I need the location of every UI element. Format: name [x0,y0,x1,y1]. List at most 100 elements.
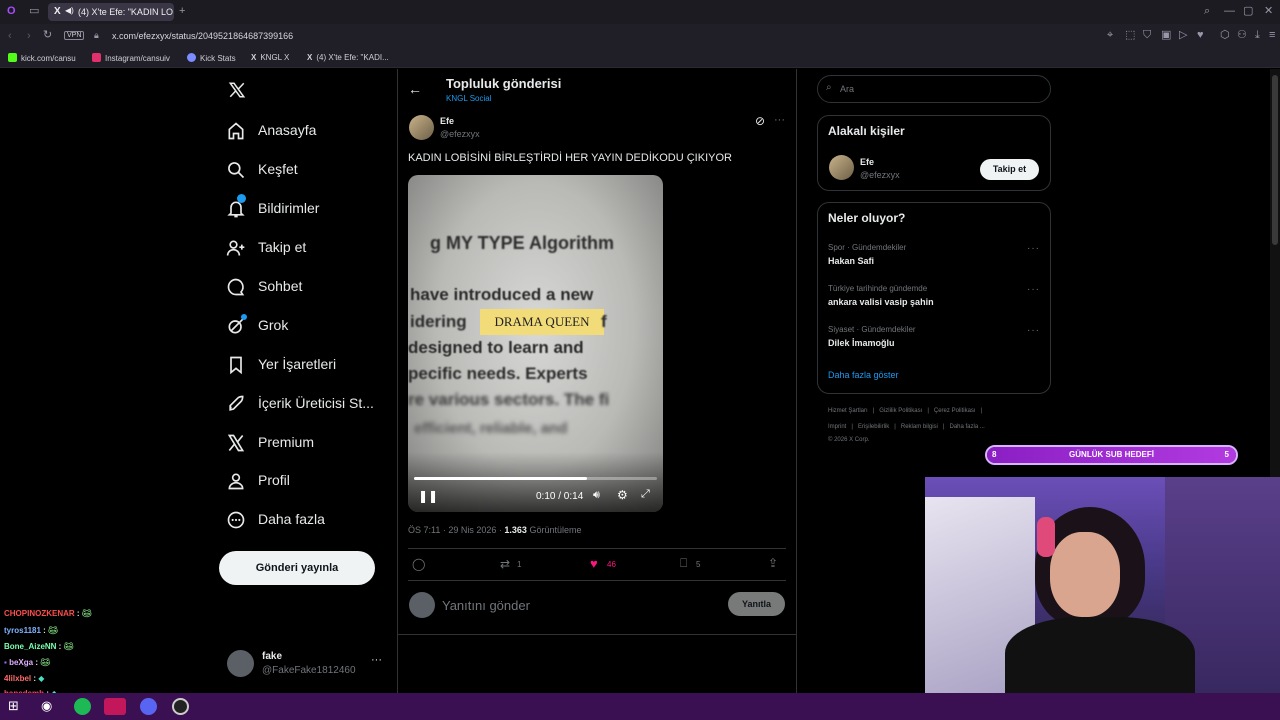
bookmark-kngl-x[interactable]: X KNGL X [251,53,289,62]
obs-icon[interactable] [172,698,189,715]
downloads-icon[interactable]: ⤓ [1255,30,1260,41]
scrollbar-thumb[interactable] [1272,75,1278,245]
kick-icon [8,53,17,62]
grok-explain-icon[interactable]: ⊘ [755,114,765,128]
video-text-line: f [601,312,607,331]
video-text-line: re various sectors. The fi [408,390,610,409]
reply-icon[interactable]: ◯ [412,557,425,571]
trend-more-icon[interactable]: ··· [1027,243,1040,254]
forward-icon[interactable]: › [27,31,31,42]
back-arrow-icon[interactable]: ← [408,81,422,97]
back-icon[interactable]: ‹ [8,31,12,42]
new-tab-icon[interactable]: + [179,6,185,17]
relevant-avatar[interactable] [829,155,854,180]
footer-link[interactable]: Reklam bilgisi [901,424,938,430]
opera-taskbar-icon[interactable] [104,698,126,715]
avatar [227,650,254,677]
lock-icon[interactable]: 🔒︎ [94,30,99,41]
footer-separator: | [942,424,945,430]
author-handle[interactable]: @efezxyx [440,129,480,139]
extensions-icon[interactable]: ⬡ [1220,30,1230,41]
minimize-icon[interactable]: — [1224,6,1235,17]
video-progress-track[interactable] [414,477,657,480]
webcam-headset [1037,517,1055,557]
copyright: © 2026 X Corp. [828,437,870,443]
spotify-icon[interactable] [74,698,91,715]
tab-overview-icon[interactable]: ▭ [29,6,39,17]
url-field[interactable]: x.com/efezxyx/status/2049521864687399166 [112,31,293,41]
chat-icon [227,278,245,296]
more-icon[interactable]: ··· [371,654,382,666]
retweet-icon[interactable]: ⇄ [500,557,510,571]
steam-icon[interactable]: ◉ [41,698,58,715]
search-input[interactable]: Ara [840,84,854,94]
reply-button[interactable]: Yanıtla [728,592,785,616]
bookmark-icon[interactable]: ⎕ [680,556,687,571]
post-button[interactable]: Gönderi yayınla [219,551,375,585]
author-name[interactable]: Efe [440,116,454,126]
footer-link[interactable]: Gizlilik Politikası [879,408,922,414]
share-icon[interactable]: ⇪ [768,556,778,570]
tweet-timestamp[interactable]: ÖS 7:11 · 29 Nis 2026 · [408,525,502,535]
trend-category: Spor · Gündemdekiler [828,243,907,252]
like-icon[interactable]: ♥ [590,556,598,571]
relevant-handle[interactable]: @efezxyx [860,170,900,180]
volume-icon[interactable]: 🔊︎ [593,489,600,502]
trend-more-icon[interactable]: ··· [1027,284,1040,295]
fullscreen-icon[interactable]: ⤢ [641,488,650,501]
play-icon[interactable]: ▷ [1179,30,1187,41]
bookmark-kick[interactable]: kick.com/cansu [8,53,76,63]
bookmark-kick-stats[interactable]: Kick Stats [187,53,236,63]
reply-input[interactable]: Yanıtını gönder [442,598,530,613]
footer-link[interactable]: Imprint [828,424,846,430]
profile-icon[interactable]: ⚇ [1237,30,1247,41]
relevant-name[interactable]: Efe [860,157,874,167]
bookmark-tweet[interactable]: X (4) X'te Efe: "KADI... [307,53,389,62]
tweet-meta: ÖS 7:11 · 29 Nis 2026 · 1.363 Görüntülem… [408,525,581,535]
search-icon[interactable]: ⌕ [1204,6,1210,17]
account-name: fake [262,651,283,662]
tab-title: (4) X'te Efe: "KADIN LO [78,7,173,17]
tweet-more-icon[interactable]: ··· [774,114,785,126]
footer-link[interactable]: Hizmet Şartları [828,408,868,414]
footer-link[interactable]: Erişilebilirlik [858,424,889,430]
author-avatar[interactable] [409,115,434,140]
discord-icon[interactable] [140,698,157,715]
reload-icon[interactable]: ↻ [43,30,52,41]
heart-icon[interactable]: ♥ [1197,30,1204,41]
show-more-link[interactable]: Daha fazla göster [828,370,899,380]
speaker-tab-icon[interactable]: ◀) [65,6,74,15]
footer-link[interactable]: Çerez Politikası [934,408,976,414]
trend-more-icon[interactable]: ··· [1027,325,1040,336]
active-tab[interactable]: X ◀) (4) X'te Efe: "KADIN LO [48,3,174,21]
search-box[interactable]: ⌕ Ara [817,75,1051,103]
trend-item[interactable]: Türkiye tarihinde gündemde ankara valisi… [828,284,1038,307]
trend-item[interactable]: Spor · Gündemdekiler Hakan Safi [828,243,1038,266]
pin-icon[interactable]: ⌖ [1107,30,1113,41]
video-player[interactable]: g MY TYPE Algorithm have introduced a ne… [408,175,663,512]
bookmark-instagram[interactable]: Instagram/cansuiv [92,53,170,63]
chat-message: ▪ beXga : 🐸︎ [4,658,51,667]
windows-start-icon[interactable]: ⊞ [8,698,25,715]
trend-item[interactable]: Siyaset · Gündemdekiler Dilek İmamoğlu [828,325,1038,348]
footer-separator: | [980,408,983,414]
vpn-badge[interactable]: VPN [64,31,85,40]
maximize-icon[interactable]: ▢ [1243,6,1253,17]
shield-icon[interactable]: ⛉ [1143,30,1151,41]
footer-separator: | [872,408,875,414]
bookmark-icon [230,356,242,375]
community-link[interactable]: KNGL Social [446,94,492,103]
snapshot-icon[interactable]: ⬚ [1125,30,1135,41]
add-user-icon [226,240,245,256]
pause-icon[interactable]: ❚❚ [418,489,438,503]
download-box-icon[interactable]: ▣ [1161,30,1171,41]
follow-button[interactable]: Takip et [980,159,1039,180]
opera-logo-icon[interactable]: O [7,6,16,17]
account-switcher[interactable]: fake @FakeFake1812460 ··· [227,650,387,678]
menu-icon[interactable]: ≡ [1269,30,1275,41]
close-window-icon[interactable]: ✕ [1264,6,1273,17]
settings-icon[interactable]: ⚙ [617,488,628,502]
footer-link[interactable]: Daha fazla ... [949,424,984,430]
video-controls-shade [408,452,663,512]
x-logo-icon[interactable] [228,81,246,99]
